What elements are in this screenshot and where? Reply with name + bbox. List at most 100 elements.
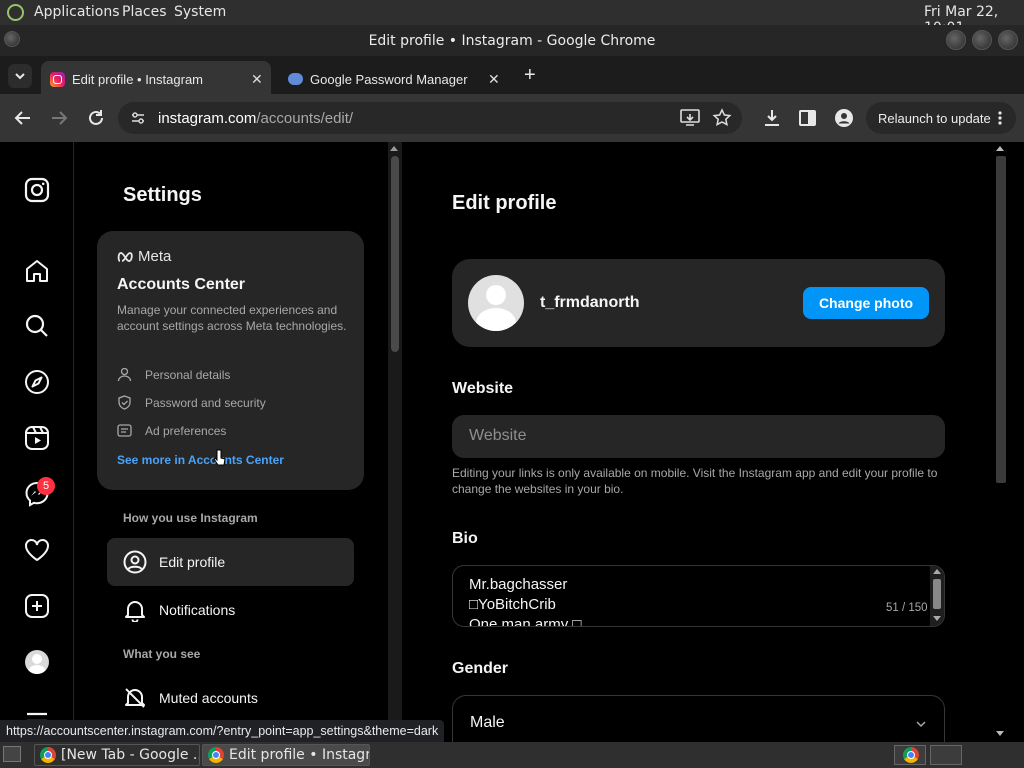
reels-icon[interactable] [24,425,50,451]
back-icon[interactable] [12,108,34,128]
accounts-center-description: Manage your connected experiences and ac… [117,303,347,333]
create-icon[interactable] [24,593,50,619]
settings-scrollbar[interactable] [388,142,402,742]
profile-avatar[interactable] [25,650,49,674]
accounts-center-card[interactable]: Meta Accounts Center Manage your connect… [97,231,364,490]
scroll-thumb[interactable] [391,156,399,352]
bookmark-star-icon[interactable] [712,108,732,128]
side-panel-icon[interactable] [798,108,818,128]
scroll-up-arrow[interactable] [390,146,398,151]
gender-label: Gender [452,660,509,677]
bio-label: Bio [452,530,478,547]
window-titlebar[interactable]: Edit profile • Instagram - Google Chrome [0,25,1024,56]
bio-scrollbar[interactable] [930,566,944,626]
messages-badge: 5 [37,477,55,495]
tab-password-manager[interactable]: Google Password Manager ✕ [279,61,509,94]
bio-line: □YoBitchCrib [469,596,556,613]
settings-heading: Settings [123,184,202,206]
see-more-accounts-center-link[interactable]: See more in Accounts Center [117,453,284,467]
page-title: Edit profile [452,192,557,214]
profile-header-card: t_frmdanorth Change photo [452,259,945,347]
system-menu[interactable]: System [174,4,226,20]
page-scrollbar[interactable] [994,142,1024,742]
tab-edit-profile[interactable]: Edit profile • Instagram ✕ [41,61,271,94]
scroll-down-arrow[interactable] [996,731,1004,736]
home-icon[interactable] [24,258,50,284]
places-menu[interactable]: Places [122,4,167,20]
browser-toolbar: instagram.com/accounts/edit/ Relaunch to… [0,94,1024,142]
scroll-up-arrow[interactable] [996,146,1004,151]
gender-select[interactable]: Male [452,695,945,742]
person-icon [117,367,132,382]
download-icon[interactable] [762,108,782,128]
workspace-2[interactable] [930,745,962,765]
section-what-you-see: What you see [123,647,201,661]
scroll-up-arrow[interactable] [933,569,941,574]
instagram-favicon [50,72,65,87]
gnome-foot-icon[interactable] [7,4,24,21]
taskbar-item-edit-profile[interactable]: Edit profile • Instagr... [202,744,370,766]
accounts-center-title: Accounts Center [117,276,246,293]
settings-item-notifications[interactable]: Notifications [107,586,354,634]
item-label: Edit profile [159,554,226,570]
install-app-icon[interactable] [680,109,700,127]
link-status-bubble: https://accountscenter.instagram.com/?en… [0,720,445,742]
tab-search-button[interactable] [8,64,32,88]
url-path: /accounts/edit/ [256,110,354,127]
section-how-you-use: How you use Instagram [123,511,258,525]
heart-icon[interactable] [24,537,50,563]
forward-icon[interactable] [48,108,70,128]
minimize-button[interactable] [946,30,966,50]
bottom-taskbar: [New Tab - Google ... Edit profile • Ins… [0,742,1024,768]
row-label: Ad preferences [145,424,227,438]
close-window-button[interactable] [998,30,1018,50]
address-bar[interactable]: instagram.com/accounts/edit/ [118,102,742,134]
url-text[interactable]: instagram.com/accounts/edit/ [158,110,353,127]
row-label: Password and security [145,396,266,410]
search-icon[interactable] [24,313,50,339]
row-label: Personal details [145,368,231,382]
change-photo-button[interactable]: Change photo [803,287,929,319]
instagram-sidebar: 5 [0,142,74,742]
settings-item-muted-accounts[interactable]: Muted accounts [107,674,354,722]
bio-char-count: 51 / 150 [886,602,928,614]
site-info-icon[interactable] [130,111,146,125]
relaunch-label: Relaunch to update [878,111,991,126]
profile-icon[interactable] [834,108,854,128]
gnome-top-panel: Applications Places System Fri Mar 22, 1… [0,0,1024,36]
reload-icon[interactable] [85,107,107,129]
close-tab-icon[interactable]: ✕ [251,71,263,88]
website-placeholder: Website [469,427,527,444]
bio-textarea[interactable]: Mr.bagchasser □YoBitchCrib One man army … [452,565,945,627]
website-field[interactable]: Website [452,415,945,458]
ad-icon [117,424,132,437]
explore-icon[interactable] [24,369,50,395]
chevron-down-icon [916,721,926,728]
relaunch-button[interactable]: Relaunch to update [866,102,1016,134]
taskbar-item-new-tab[interactable]: [New Tab - Google ... [34,744,200,766]
page-content: 5 Settings Meta Accounts Center Manage y… [0,142,1024,742]
chrome-icon [903,747,919,763]
meta-wordmark: Meta [138,248,172,265]
new-tab-button[interactable]: + [524,64,536,87]
scroll-thumb[interactable] [933,579,941,609]
task-label: [New Tab - Google ... [61,747,200,763]
key-favicon [288,73,303,85]
bio-text[interactable]: Mr.bagchasser □YoBitchCrib One man army … [469,575,581,626]
show-desktop-icon[interactable] [3,746,21,762]
tab-strip: Edit profile • Instagram ✕ Google Passwo… [0,56,1024,94]
window-title: Edit profile • Instagram - Google Chrome [368,33,656,49]
kebab-menu-icon[interactable] [997,110,1003,126]
workspace-switcher[interactable] [894,745,926,765]
settings-item-edit-profile[interactable]: Edit profile [107,538,354,586]
close-tab-icon[interactable]: ✕ [488,71,500,88]
tab-title: Edit profile • Instagram [72,72,203,87]
maximize-button[interactable] [972,30,992,50]
instagram-logo-icon[interactable] [24,177,50,203]
settings-panel: Settings Meta Accounts Center Manage you… [74,142,388,742]
profile-photo[interactable] [468,275,524,331]
scroll-thumb[interactable] [996,156,1006,483]
scroll-down-arrow[interactable] [933,616,941,621]
applications-menu[interactable]: Applications [34,4,120,20]
bio-line: Mr.bagchasser [469,576,568,593]
